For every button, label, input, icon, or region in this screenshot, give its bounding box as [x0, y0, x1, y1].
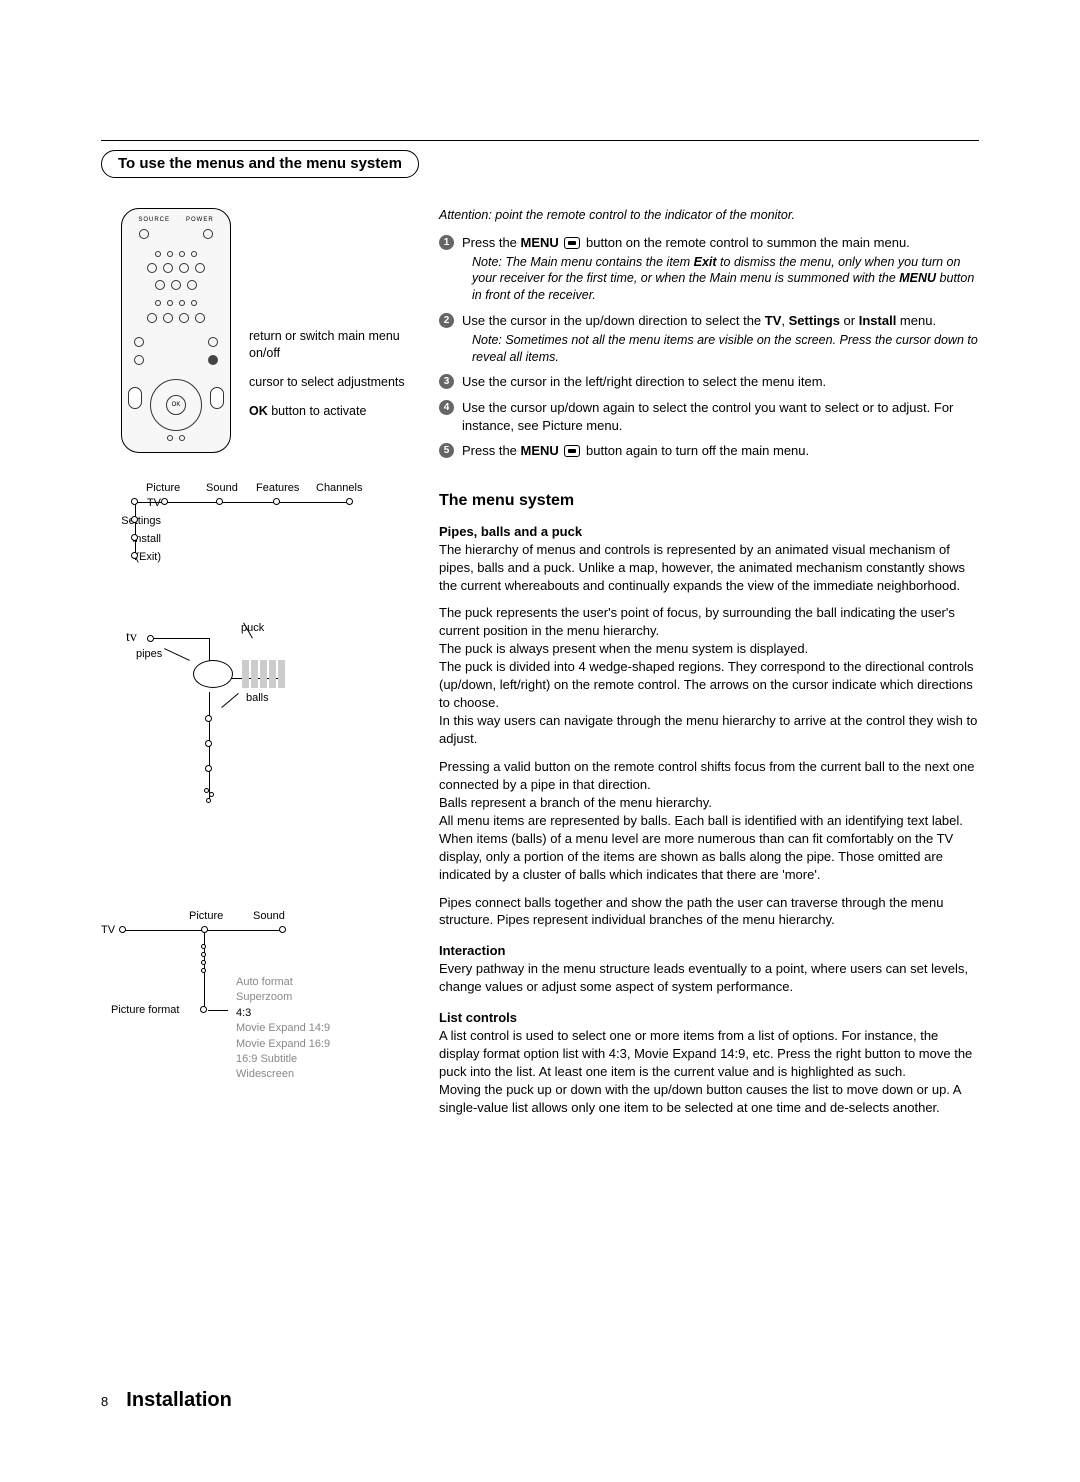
puck-icon [193, 660, 233, 688]
step-number-icon: 1 [439, 235, 454, 250]
step-3: 3 Use the cursor in the left/right direc… [439, 373, 979, 391]
tree-label: Sound [253, 910, 285, 922]
remote-label-cursor: cursor to select adjustments [249, 374, 431, 391]
step-text [559, 235, 563, 250]
list-option: Superzoom [236, 990, 330, 1005]
body-paragraph: Pipes connect balls together and show th… [439, 894, 979, 930]
top-rule [101, 140, 979, 141]
list-option: Auto format [236, 975, 330, 990]
tree-label: Picture [189, 910, 223, 922]
list-option: Movie Expand 14:9 [236, 1021, 330, 1036]
remote-illustration: SOURCE POWER [101, 208, 431, 458]
step-text [559, 443, 563, 458]
menu-glyph-icon [564, 445, 580, 457]
remote-button [139, 229, 149, 239]
note-text-bold-italic: MENU [899, 271, 936, 285]
note-text: Note: The Main menu contains the item [472, 255, 694, 269]
tree-label: TV [101, 924, 115, 936]
menu-tree-diagram: Picture Sound Features Channels TV Setti… [101, 470, 431, 570]
picture-format-diagram: Picture Sound TV Picture format Auto for… [101, 910, 431, 1120]
step-note: Note: Sometimes not all the menu items a… [462, 332, 979, 366]
step-number-icon: 2 [439, 313, 454, 328]
tree-label: Channels [316, 482, 362, 494]
step-1: 1 Press the MENU button on the remote co… [439, 234, 979, 304]
body-paragraph: A list control is used to select one or … [439, 1027, 979, 1117]
step-text-bold: Settings [789, 313, 840, 328]
step-text: button on the remote control to summon t… [582, 235, 909, 250]
step-note: Note: The Main menu contains the item Ex… [462, 254, 979, 305]
menu-system-heading: The menu system [439, 492, 979, 510]
list-controls-heading: List controls [439, 1010, 979, 1025]
note-text-bold-italic: Exit [694, 255, 717, 269]
page-number: 8 [101, 1394, 108, 1409]
body-paragraph: The puck represents the user's point of … [439, 604, 979, 748]
tree-label: Picture [146, 482, 180, 494]
step-5: 5 Press the MENU button again to turn of… [439, 442, 979, 460]
diagram-label: pipes [136, 648, 162, 660]
step-number-icon: 3 [439, 374, 454, 389]
list-option-selected: 4:3 [236, 1006, 330, 1021]
body-paragraph: The hierarchy of menus and controls is r… [439, 541, 979, 595]
step-text: Press the [462, 235, 521, 250]
body-paragraph: Every pathway in the menu structure lead… [439, 960, 979, 996]
step-text-bold: TV [765, 313, 782, 328]
step-text: or [840, 313, 859, 328]
pipes-heading: Pipes, balls and a puck [439, 524, 979, 539]
list-option: Movie Expand 16:9 [236, 1037, 330, 1052]
ok-label: OK [249, 404, 268, 418]
step-text: , [781, 313, 788, 328]
list-option: Widescreen [236, 1067, 330, 1082]
body-paragraph: Pressing a valid button on the remote co… [439, 758, 979, 884]
remote-dpad: OK [150, 379, 202, 431]
interaction-heading: Interaction [439, 943, 979, 958]
step-text: button again to turn off the main menu. [582, 443, 809, 458]
step-number-icon: 4 [439, 400, 454, 415]
step-text: Press the [462, 443, 521, 458]
page-content: To use the menus and the menu system SOU… [101, 150, 979, 1127]
step-text: Use the cursor up/down again to select t… [462, 399, 979, 434]
remote-label-ok: OK button to activate [249, 403, 431, 420]
diagram-label: balls [246, 692, 269, 704]
diagram-label: tv [126, 630, 137, 646]
remote-button [203, 229, 213, 239]
tree-label: Picture format [111, 1004, 179, 1016]
ok-button-icon: OK [166, 395, 186, 415]
tree-label: Sound [206, 482, 238, 494]
left-illustrations: SOURCE POWER [101, 208, 431, 1120]
menu-button-icon [208, 355, 218, 365]
step-text-bold: Install [859, 313, 897, 328]
step-text: menu. [896, 313, 936, 328]
step-text-bold: MENU [521, 235, 559, 250]
step-text-bold: MENU [521, 443, 559, 458]
step-text: Use the cursor in the up/down direction … [462, 313, 765, 328]
pipes-balls-puck-diagram: tv puck pipes balls [101, 620, 431, 830]
footer-section-title: Installation [126, 1389, 232, 1411]
menu-glyph-icon [564, 237, 580, 249]
step-number-icon: 5 [439, 443, 454, 458]
vol-rocker [128, 387, 142, 409]
page-footer: 8 Installation [101, 1389, 232, 1412]
step-text: Use the cursor in the left/right directi… [462, 373, 979, 391]
attention-note: Attention: point the remote control to t… [439, 208, 979, 222]
tree-label: Features [256, 482, 299, 494]
list-option: 16:9 Subtitle [236, 1052, 330, 1067]
step-4: 4 Use the cursor up/down again to select… [439, 399, 979, 434]
ok-label-rest: button to activate [268, 404, 367, 418]
section-title: To use the menus and the menu system [101, 150, 419, 178]
right-text-column: Attention: point the remote control to t… [431, 208, 979, 1127]
remote-label-menu: return or switch main menu on/off [249, 328, 431, 362]
step-2: 2 Use the cursor in the up/down directio… [439, 312, 979, 365]
ch-rocker [210, 387, 224, 409]
